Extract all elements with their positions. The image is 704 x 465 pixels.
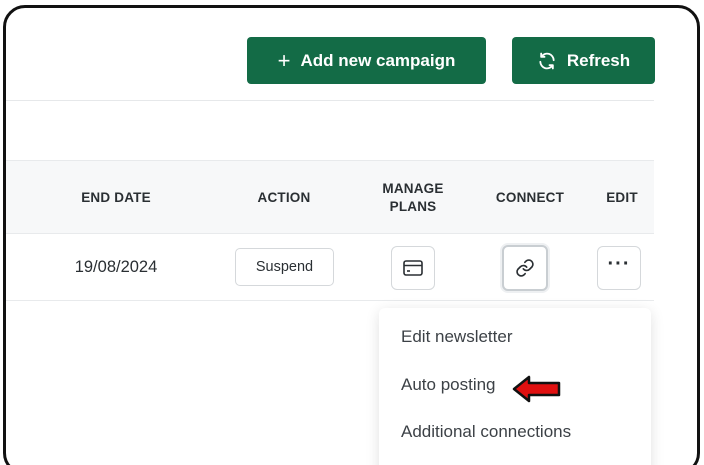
end-date-cell: 19/08/2024 — [74, 258, 158, 276]
menu-item-auto-posting[interactable]: Auto posting — [401, 375, 496, 395]
refresh-icon — [539, 52, 555, 69]
header-manage-plans-line2: PLANS — [389, 199, 437, 214]
plus-icon: + — [277, 47, 291, 73]
header-edit: EDIT — [606, 190, 638, 206]
suspend-button[interactable]: Suspend — [235, 248, 334, 286]
refresh-button[interactable]: Refresh — [512, 37, 655, 84]
edit-more-button[interactable]: ··· — [597, 246, 641, 290]
screenshot-frame: + Add new campaign Refresh END DATE ACTI… — [3, 5, 700, 465]
manage-plans-button[interactable] — [391, 246, 435, 290]
header-manage-plans-line1: MANAGE — [382, 181, 444, 197]
add-new-campaign-label: Add new campaign — [300, 50, 456, 70]
more-icon: ··· — [607, 253, 631, 275]
menu-item-edit-newsletter[interactable]: Edit newsletter — [401, 327, 513, 347]
table-header: END DATE ACTION MANAGE PLANS CONNECT EDI… — [6, 160, 654, 234]
card-icon — [403, 260, 423, 276]
refresh-label: Refresh — [566, 50, 631, 70]
header-connect: CONNECT — [495, 190, 565, 206]
toolbar-divider — [6, 100, 654, 101]
header-action: ACTION — [257, 190, 311, 206]
connect-button[interactable] — [502, 245, 548, 291]
table-row: 19/08/2024 Suspend ··· — [6, 234, 654, 301]
link-icon — [516, 259, 534, 277]
add-new-campaign-button[interactable]: + Add new campaign — [247, 37, 486, 84]
red-arrow-icon — [512, 375, 561, 403]
header-manage-plans: MANAGE PLANS — [358, 161, 468, 235]
header-end-date: END DATE — [81, 190, 151, 206]
menu-item-additional-connections[interactable]: Additional connections — [401, 422, 571, 442]
